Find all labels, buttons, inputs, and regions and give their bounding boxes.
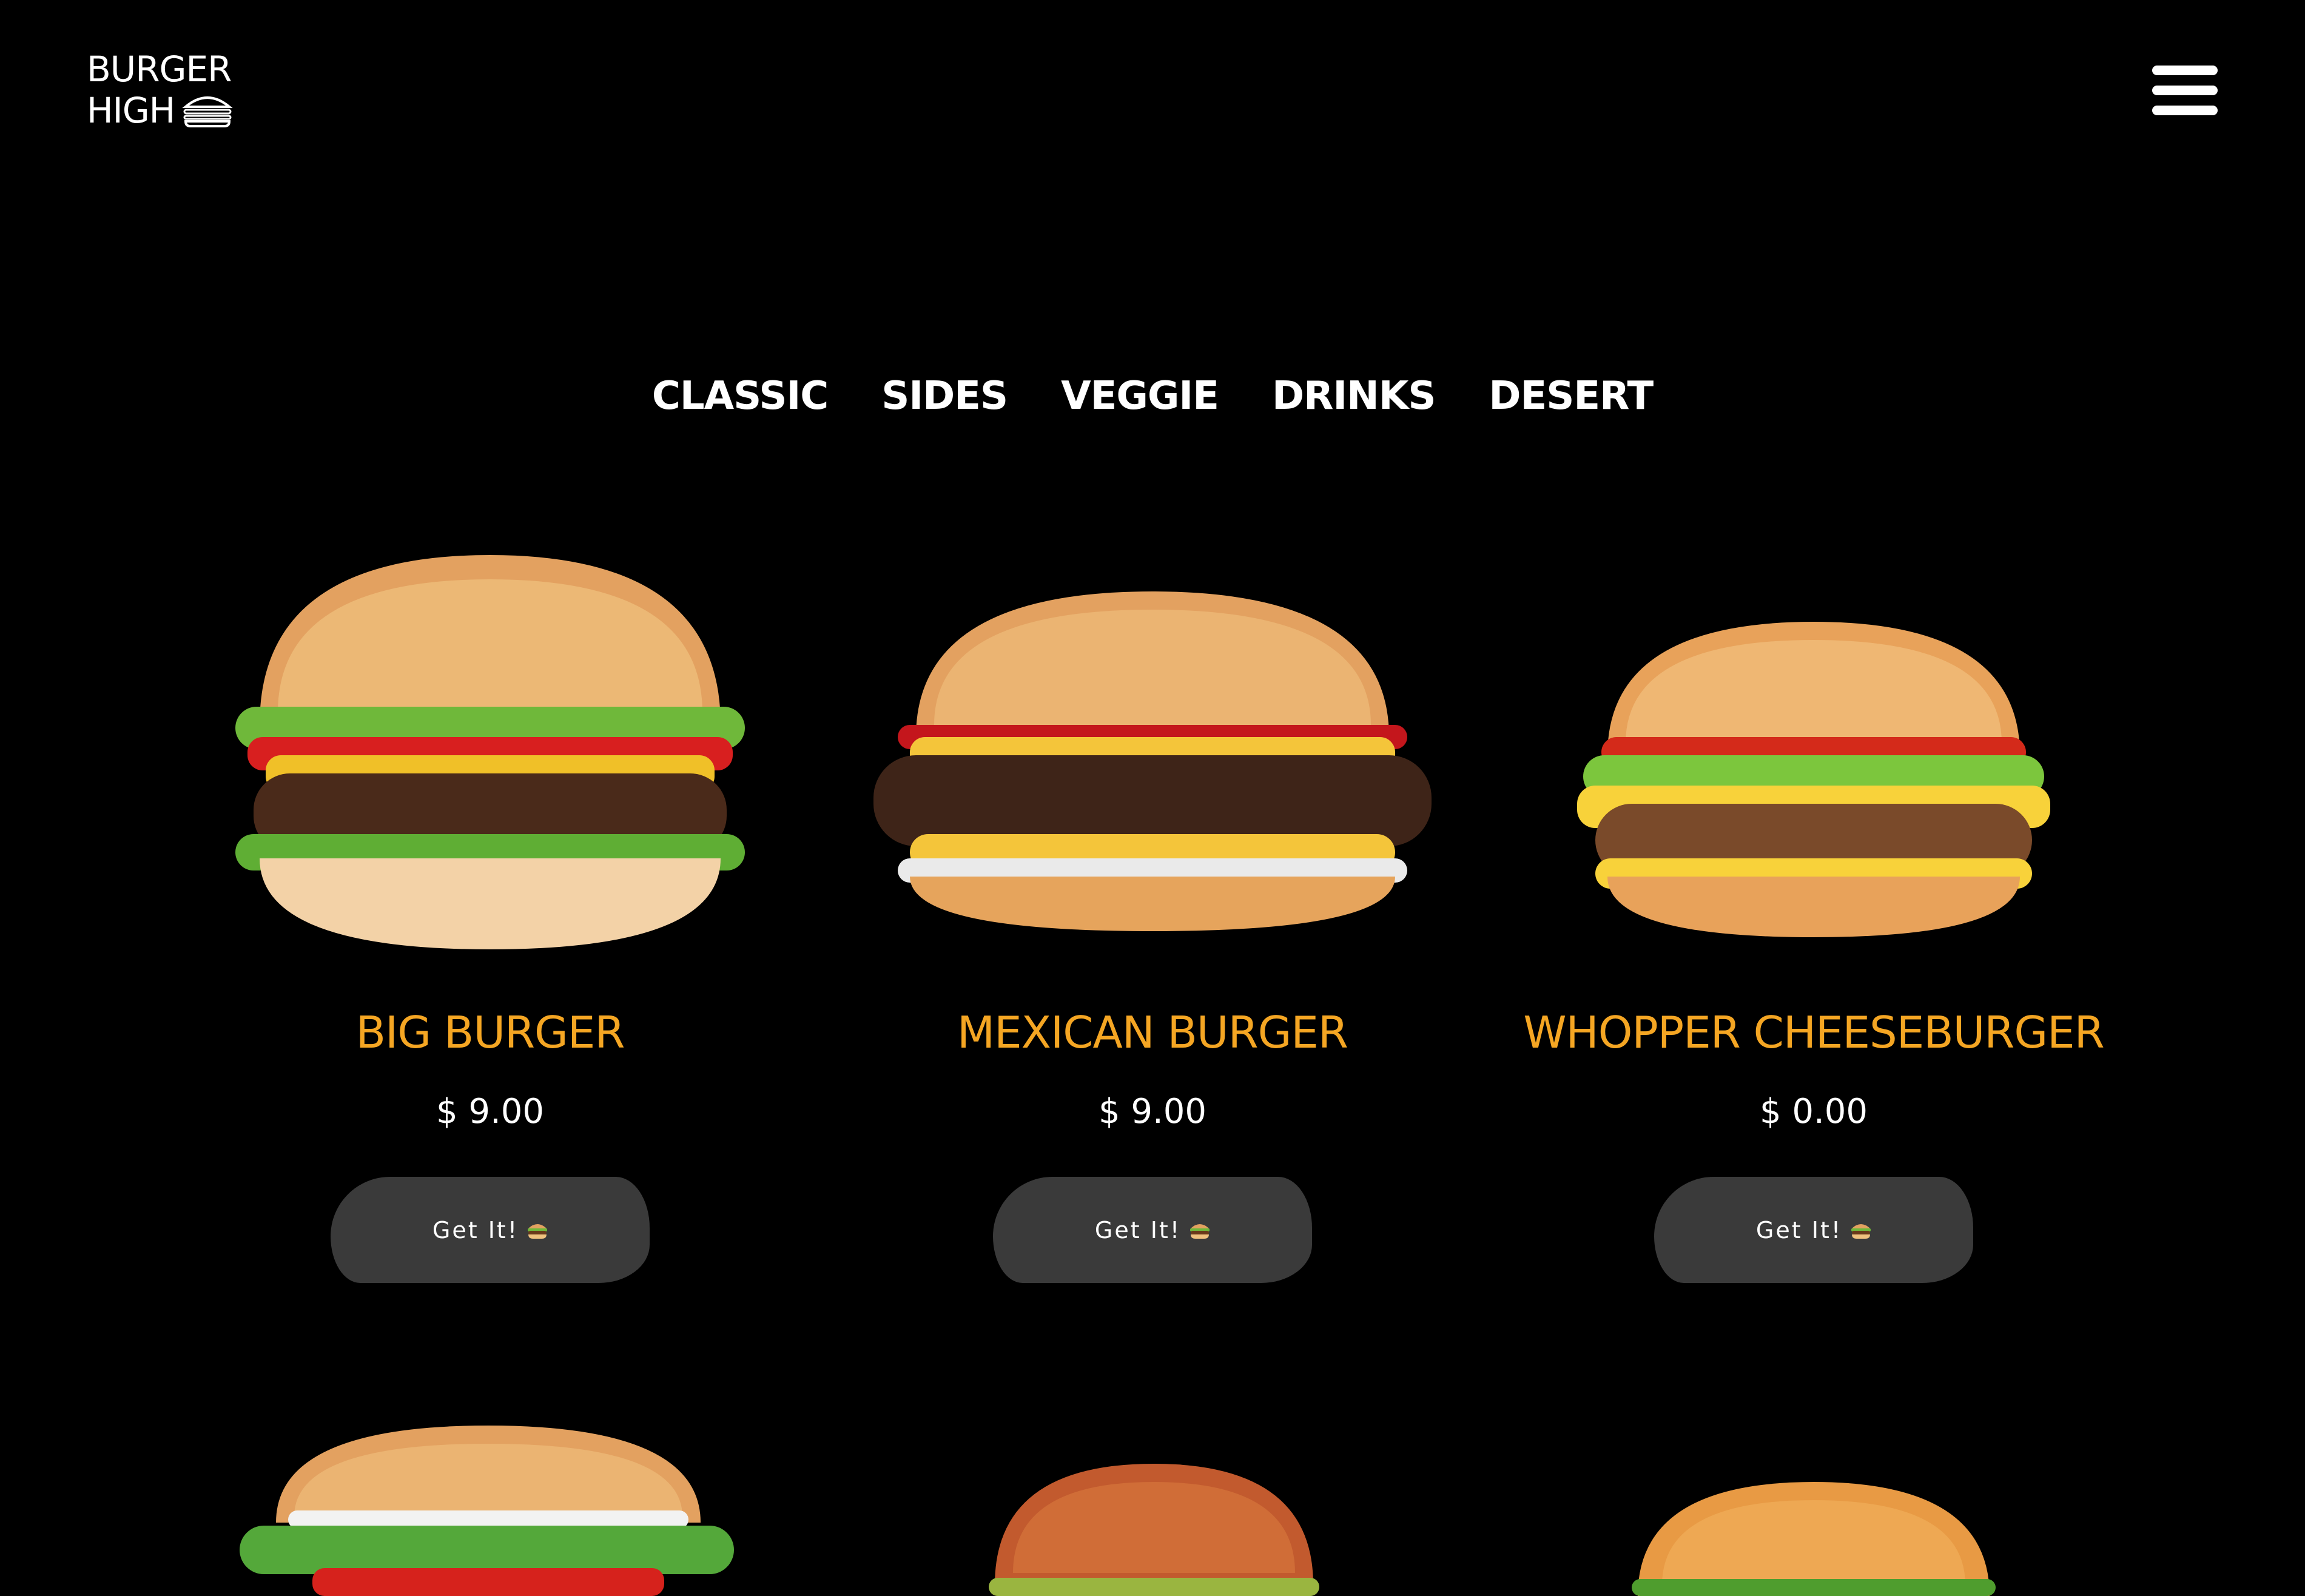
logo-line1: BURGER [87,49,232,90]
burger-emoji-icon [1851,1224,1871,1239]
menu-bar [2152,86,2218,95]
menu-item-price: $ 0.00 [1759,1092,1868,1131]
get-it-button[interactable]: Get It! [1654,1177,1973,1283]
hamburger-menu-icon[interactable] [2152,66,2218,115]
button-label: Get It! [432,1216,519,1244]
burger-icon [182,96,233,127]
get-it-button[interactable]: Get It! [331,1177,650,1283]
menu-item-name: MEXICAN BURGER [957,1007,1348,1058]
button-label: Get It! [1094,1216,1182,1244]
button-label: Get It! [1755,1216,1843,1244]
burger-emoji-icon [528,1224,548,1239]
burger-image [240,1426,734,1596]
nav-classic[interactable]: CLASSIC [652,374,829,419]
nav-drinks[interactable]: DRINKS [1272,374,1436,419]
nav-sides[interactable]: SIDES [881,374,1008,419]
menu-item-price: $ 9.00 [1098,1092,1207,1131]
menu-item-name: BIG BURGER [355,1007,625,1058]
menu-bar [2152,66,2218,75]
category-nav: CLASSIC SIDES VEGGIE DRINKS DESERT [0,374,2305,419]
menu-item-name: WHOPPER CHEESEBURGER [1523,1007,2104,1058]
burger-emoji-icon [1190,1224,1210,1239]
menu-item-price: $ 9.00 [436,1092,545,1131]
burger-image [1577,622,2050,937]
get-it-button[interactable]: Get It! [993,1177,1312,1283]
burger-image [989,1464,1319,1596]
logo[interactable]: BURGER HIGH [87,49,233,131]
logo-line2: HIGH [87,90,175,131]
burger-image [235,555,745,949]
menu-bar [2152,106,2218,115]
burger-image [1632,1482,1996,1596]
nav-veggie[interactable]: VEGGIE [1061,374,1219,419]
burger-image [873,591,1432,931]
nav-desert[interactable]: DESERT [1489,374,1654,419]
